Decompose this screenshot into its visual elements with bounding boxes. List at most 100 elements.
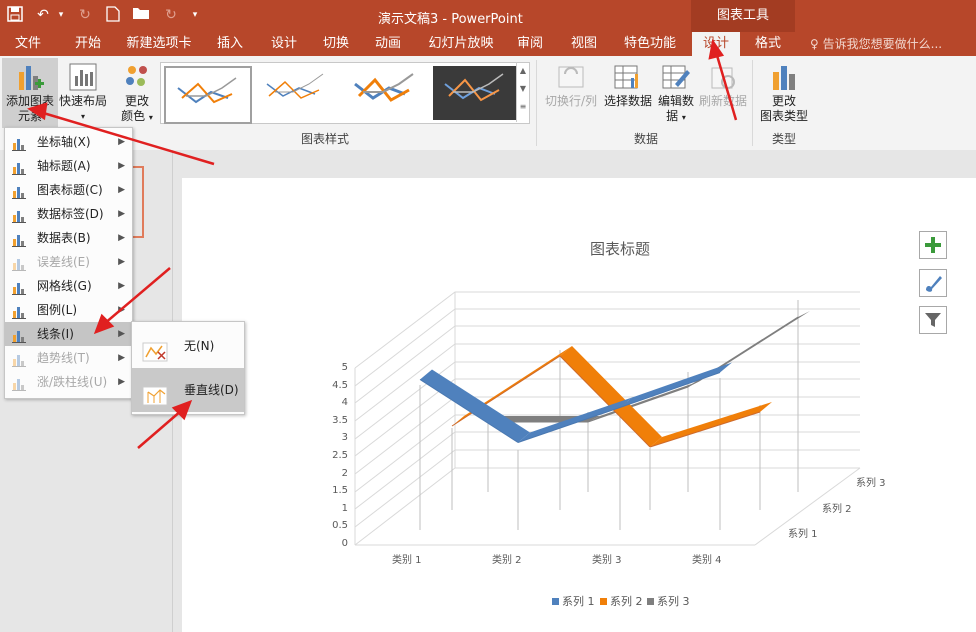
open-folder-icon[interactable]	[132, 6, 150, 24]
chart-styles-button[interactable]	[919, 269, 947, 297]
series-2-segment	[650, 402, 772, 447]
tab-view[interactable]: 视图	[562, 32, 606, 56]
switch-row-column-button[interactable]: 切换行/列	[542, 58, 600, 128]
type-group-label: 类型	[771, 132, 796, 146]
series-2-edge	[649, 411, 761, 448]
menu-item-label: 坐标轴(X)	[37, 135, 91, 149]
submenu-arrow-icon: ▶	[118, 233, 125, 243]
series-1-edge	[419, 379, 519, 443]
change-chart-type-button[interactable]: 更改 图表类型	[756, 58, 812, 128]
legend-swatch	[600, 598, 607, 605]
submenu-arrow-icon: ▶	[118, 257, 125, 267]
chart-style-thumb-3[interactable]	[343, 66, 427, 120]
tab-chart-format[interactable]: 格式	[746, 32, 790, 56]
select-data-button[interactable]: 选择数据	[602, 58, 654, 128]
menu-item-lines[interactable]: 线条(I) ▶	[5, 322, 132, 346]
menu-item-trendline[interactable]: 趋势线(T) ▶	[5, 346, 132, 370]
chevron-down-icon: ▾	[80, 112, 85, 121]
new-file-icon[interactable]	[104, 6, 122, 24]
drop-lines-item[interactable]: 垂直线(D)	[132, 368, 244, 412]
refresh-data-button[interactable]: 刷新数据	[698, 58, 748, 128]
chart-legend-item[interactable]: 系列 2	[600, 593, 643, 609]
refresh-data-label: 刷新数据	[698, 94, 747, 108]
edit-data-label2: 据 ▾	[666, 109, 686, 123]
trendline-icon	[12, 351, 26, 367]
gallery-more-icon[interactable]: ≡	[517, 98, 529, 116]
add-chart-element-button[interactable]: 添加图表 元素	[2, 58, 58, 128]
slide-thumbnail-edge[interactable]	[132, 166, 144, 238]
menu-item-updown-bars[interactable]: 涨/跌柱线(U) ▶	[5, 370, 132, 394]
edit-data-icon	[661, 62, 691, 92]
change-colors-button[interactable]: 更改 颜色 ▾	[114, 58, 160, 128]
chart-filters-button[interactable]	[919, 306, 947, 334]
menu-item-axis[interactable]: 坐标轴(X) ▶	[5, 130, 132, 154]
lines-none-item[interactable]: 无(N)	[132, 324, 244, 368]
chart-title[interactable]: 图表标题	[540, 238, 700, 259]
menu-item-axis-title[interactable]: 轴标题(A) ▶	[5, 154, 132, 178]
updown-bars-icon	[12, 375, 26, 391]
chevron-up-icon[interactable]: ▲	[517, 62, 529, 80]
quick-layout-label: 快速布局	[58, 94, 107, 108]
submenu-arrow-icon: ▶	[118, 305, 125, 315]
gridlines-icon	[12, 279, 26, 295]
chart-y-tick: 2.5	[332, 450, 348, 461]
change-colors-label1: 更改	[124, 94, 149, 108]
lines-icon	[12, 327, 26, 343]
tab-new-tab[interactable]: 新建选项卡	[122, 32, 196, 56]
menu-item-label: 图表标题(C)	[37, 183, 103, 197]
chevron-down-icon[interactable]: ▼	[517, 80, 529, 98]
menu-item-chart-title[interactable]: 图表标题(C) ▶	[5, 178, 132, 202]
chart-legend-item[interactable]: 系列 1	[552, 593, 595, 609]
redo-icon[interactable]: ↻	[76, 6, 94, 24]
submenu-arrow-icon: ▶	[118, 353, 125, 363]
chart-y-tick: 4.5	[332, 379, 348, 391]
menu-item-gridlines[interactable]: 网格线(G) ▶	[5, 274, 132, 298]
tab-insert[interactable]: 插入	[208, 32, 252, 56]
refresh-data-icon	[708, 62, 738, 92]
edit-data-button[interactable]: 编辑数 据 ▾	[654, 58, 698, 128]
tell-me-box[interactable]: ♀ 告诉我您想要做什么...	[810, 32, 942, 56]
change-colors-label2: 颜色 ▾	[121, 109, 153, 123]
tab-design[interactable]: 设计	[262, 32, 306, 56]
chart-legend-item[interactable]: 系列 3	[647, 593, 690, 609]
menu-item-label: 图例(L)	[37, 303, 78, 317]
undo-icon[interactable]: ↶	[34, 6, 52, 24]
menu-item-data-table[interactable]: 数据表(B) ▶	[5, 226, 132, 250]
chart-y-tick: 3	[341, 432, 348, 444]
chart-x-tick: 类别 3	[592, 555, 622, 566]
tab-transitions[interactable]: 切换	[314, 32, 358, 56]
quick-layout-button[interactable]: 快速布局 ▾	[58, 58, 108, 128]
menu-item-label: 网格线(G)	[37, 279, 92, 293]
chart-elements-button[interactable]	[919, 231, 947, 259]
save-icon[interactable]	[6, 6, 24, 24]
chart-styles-gallery[interactable]	[160, 62, 530, 124]
chart-style-thumb-4[interactable]	[433, 66, 517, 120]
tab-home[interactable]: 开始	[66, 32, 110, 56]
select-data-icon	[613, 62, 643, 92]
drop-lines-icon	[142, 380, 168, 424]
tab-file[interactable]: 文件	[4, 32, 52, 56]
tab-chart-design[interactable]: 设计	[692, 32, 740, 56]
chart-style-thumb-1[interactable]	[164, 66, 252, 124]
legend-icon	[12, 303, 26, 319]
chart-y-tick: 4	[341, 397, 348, 409]
change-chart-type-icon	[769, 62, 799, 92]
gallery-scroll[interactable]: ▲ ▼ ≡	[516, 62, 529, 122]
menu-item-legend[interactable]: 图例(L) ▶	[5, 298, 132, 322]
menu-item-error-bar[interactable]: 误差线(E) ▶	[5, 250, 132, 274]
chart-styles-group-label: 图表样式	[300, 132, 349, 146]
chart-tools-context-label: 图表工具	[691, 0, 795, 32]
undo-dropdown-icon[interactable]: ▾	[52, 6, 70, 24]
customize-qat-icon[interactable]: ▾	[186, 6, 204, 24]
menu-item-label: 线条(I)	[37, 327, 74, 341]
chart-title-icon	[12, 183, 26, 199]
tab-animations[interactable]: 动画	[366, 32, 410, 56]
tab-review[interactable]: 审阅	[508, 32, 552, 56]
repeat-icon[interactable]: ↻	[162, 6, 180, 24]
tab-special-features[interactable]: 特色功能	[618, 32, 682, 56]
chart-y-tick: 0.5	[332, 520, 348, 532]
chart-x-tick: 类别 1	[392, 555, 422, 566]
tab-slideshow[interactable]: 幻灯片放映	[424, 32, 498, 56]
menu-item-data-label[interactable]: 数据标签(D) ▶	[5, 202, 132, 226]
chart-style-thumb-2[interactable]	[255, 66, 339, 120]
